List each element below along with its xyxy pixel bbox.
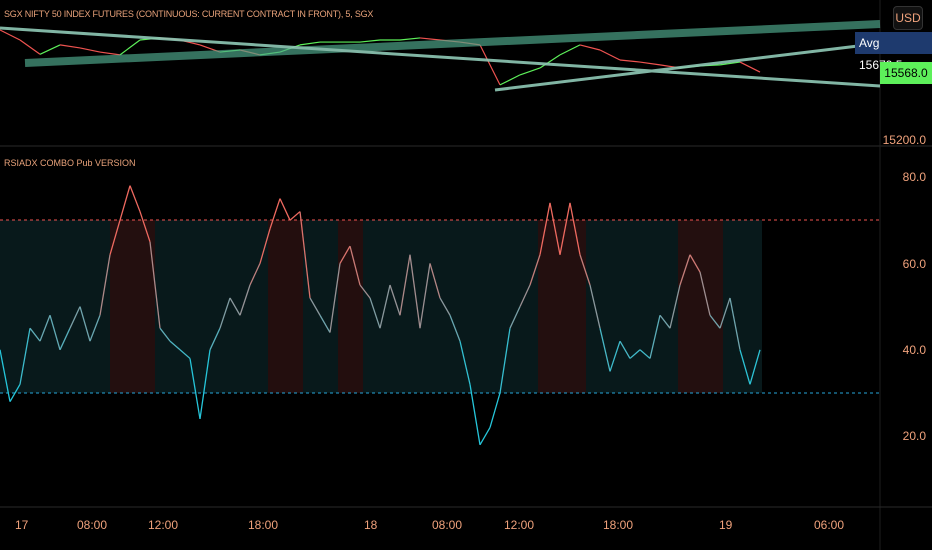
price-segment <box>519 67 541 76</box>
chart-canvas[interactable] <box>0 0 932 550</box>
time-label: 19 <box>719 518 733 532</box>
time-label: 18:00 <box>603 518 634 532</box>
zone-5 <box>678 220 723 393</box>
zone-2 <box>268 220 303 393</box>
price-segment <box>39 44 61 55</box>
rsi-segment <box>289 211 301 221</box>
price-segment <box>579 44 601 51</box>
rsi-segment <box>279 198 291 221</box>
price-segment <box>119 39 141 56</box>
indicator-title[interactable]: RSIADX COMBO Pub VERSION <box>4 158 136 168</box>
price-segment <box>79 47 101 53</box>
symbol-title[interactable]: SGX NIFTY 50 INDEX FUTURES (CONTINUOUS: … <box>4 9 373 19</box>
time-label: 08:00 <box>432 518 463 532</box>
rsi-segment <box>119 185 131 221</box>
rsi-segment <box>489 392 501 428</box>
rsi-tick: 20.0 <box>902 429 926 443</box>
price-segment <box>639 61 661 66</box>
price-segment <box>739 61 761 73</box>
price-segment <box>59 44 81 49</box>
avg-price-label: Avg15679.5 <box>855 32 932 72</box>
trendline-drawings[interactable] <box>0 20 881 92</box>
price-segment <box>499 74 521 86</box>
price-segment <box>559 44 581 56</box>
time-label: 12:00 <box>148 518 179 532</box>
price-segment <box>479 44 501 86</box>
trendline-ascending[interactable] <box>494 44 859 92</box>
price-tick: 15200.0 <box>882 133 926 147</box>
rsi-segment <box>129 185 141 212</box>
rsi-tick: 40.0 <box>902 343 926 357</box>
avg-key: Avg <box>859 36 880 50</box>
price-segment <box>19 39 41 55</box>
time-label: 06:00 <box>814 518 845 532</box>
currency-button[interactable]: USD <box>893 6 923 30</box>
rsi-tick: 60.0 <box>902 257 926 271</box>
price-segment <box>599 49 621 61</box>
time-label: 18 <box>364 518 378 532</box>
time-label: 18:00 <box>248 518 279 532</box>
price-segment <box>619 59 641 63</box>
time-label: 12:00 <box>504 518 535 532</box>
price-segment <box>0 29 21 41</box>
zone-1 <box>110 220 155 393</box>
price-segment <box>99 51 121 56</box>
time-label: 17 <box>15 518 29 532</box>
last-price-label: 15568.0 <box>880 62 932 84</box>
time-label: 08:00 <box>77 518 108 532</box>
price-segment <box>399 37 421 41</box>
price-segment <box>359 39 381 43</box>
rsi-tick: 80.0 <box>902 170 926 184</box>
price-segment <box>419 37 441 41</box>
price-segment <box>299 41 321 46</box>
zone-3 <box>338 220 363 393</box>
rsi-segment <box>479 427 491 446</box>
